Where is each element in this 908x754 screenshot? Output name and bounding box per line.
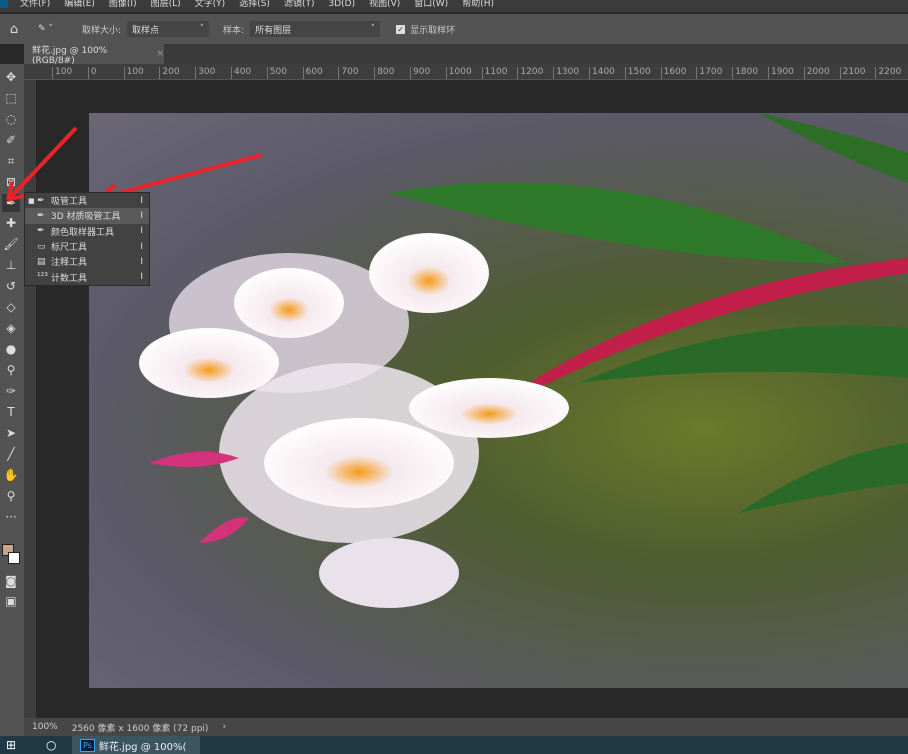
search-icon[interactable]: ○: [46, 738, 56, 752]
document-info: 2560 像素 x 1600 像素 (72 ppi): [71, 723, 209, 734]
3d-eyedropper-icon: ✒: [37, 210, 45, 221]
count-icon: ¹²³: [37, 272, 48, 283]
eyedropper-icon: ✒: [37, 195, 45, 206]
eyedropper-flyout-menu: ■ ✒ 吸管工具 I ✒ 3D 材质吸管工具 I ✒ 颜色取样器工具 I ▭ 标尺工具 I ▤ 注释…: [24, 192, 150, 286]
status-bar: 100% 2560 像素 x 1600 像素 (72 ppi) ›: [24, 718, 908, 736]
flyout-item-note[interactable]: ▤ 注释工具 I: [25, 254, 149, 269]
windows-start-icon[interactable]: ⊞: [6, 738, 16, 752]
photoshop-icon: Ps: [80, 738, 95, 752]
flyout-item-ruler[interactable]: ▭ 标尺工具 I: [25, 239, 149, 254]
color-sampler-icon: ✒: [37, 226, 45, 237]
taskbar: ⊞ ○ Ps 鲜花.jpg @ 100%(: [0, 736, 908, 754]
red-annotation-arrows: [6, 126, 263, 207]
flyout-item-3d-eyedropper[interactable]: ✒ 3D 材质吸管工具 I: [25, 208, 149, 224]
taskbar-photoshop[interactable]: Ps 鲜花.jpg @ 100%(: [72, 736, 200, 754]
status-menu-arrow[interactable]: ›: [222, 722, 226, 732]
flyout-item-color-sampler[interactable]: ✒ 颜色取样器工具 I: [25, 224, 149, 239]
ruler-icon: ▭: [37, 241, 46, 252]
flyout-item-eyedropper[interactable]: ■ ✒ 吸管工具 I: [25, 193, 149, 208]
flyout-item-count[interactable]: ¹²³ 计数工具 I: [25, 269, 149, 284]
zoom-level[interactable]: 100%: [32, 722, 58, 732]
note-icon: ▤: [37, 256, 46, 267]
